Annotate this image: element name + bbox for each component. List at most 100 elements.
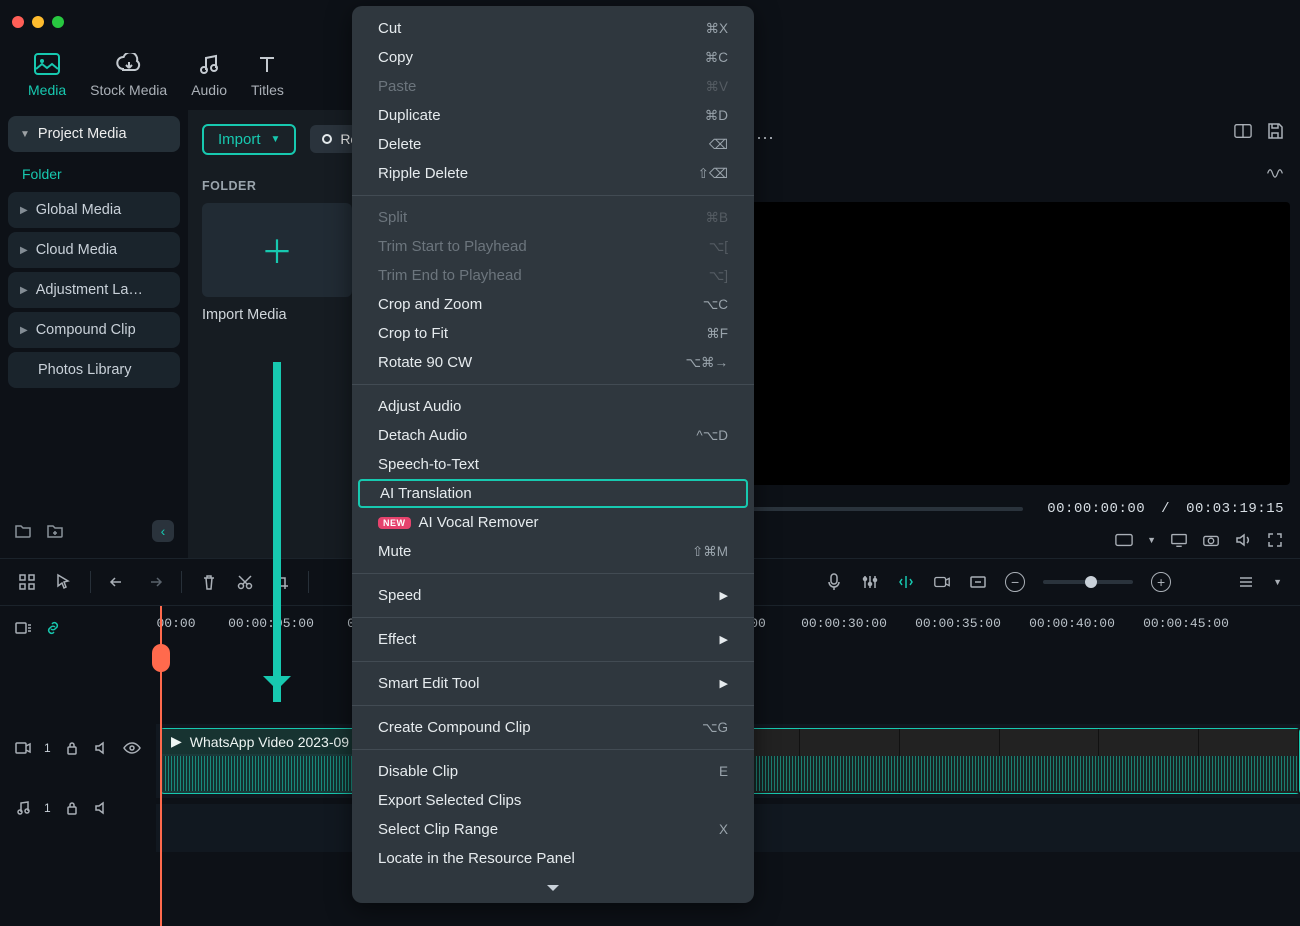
chevron-down-icon: ▼ — [1147, 535, 1156, 545]
menu-mute[interactable]: Mute⇧⌘M — [352, 537, 754, 566]
chevron-right-icon: ▶ — [20, 245, 28, 256]
mute-icon[interactable] — [93, 739, 111, 757]
snapshot-icon[interactable] — [1202, 531, 1220, 549]
sidebar-item-cloud-media[interactable]: ▶ Cloud Media — [8, 232, 180, 268]
menu-export-selected[interactable]: Export Selected Clips — [352, 786, 754, 815]
clip-name: WhatsApp Video 2023-09 — [190, 734, 349, 750]
plus-icon: ＋ — [261, 227, 293, 273]
minimize-icon[interactable] — [32, 16, 44, 28]
music-icon — [195, 52, 223, 76]
menu-create-compound[interactable]: Create Compound Clip⌥G — [352, 713, 754, 742]
chevron-right-icon: ▶ — [20, 205, 28, 216]
new-folder-icon[interactable] — [14, 522, 32, 540]
link-icon[interactable] — [44, 619, 62, 637]
add-folder-icon[interactable] — [46, 522, 64, 540]
marker-icon[interactable] — [897, 573, 915, 591]
menu-speed[interactable]: Speed▶ — [352, 581, 754, 610]
list-view-icon[interactable] — [1237, 573, 1255, 591]
menu-trim-start: Trim Start to Playhead⌥[ — [352, 232, 754, 261]
menu-crop-fit[interactable]: Crop to Fit⌘F — [352, 319, 754, 348]
dual-view-icon[interactable] — [1234, 122, 1252, 140]
timeline-playhead[interactable] — [160, 606, 162, 926]
annotation-arrow — [273, 362, 281, 702]
undo-icon[interactable] — [109, 573, 127, 591]
zoom-out-button[interactable]: − — [1005, 572, 1025, 592]
menu-adjust-audio[interactable]: Adjust Audio — [352, 392, 754, 421]
sidebar-item-folder[interactable]: Folder — [8, 156, 180, 192]
tab-audio-label: Audio — [191, 82, 227, 98]
ruler-tick: 00:00:45:00 — [1143, 616, 1229, 631]
menu-delete[interactable]: Delete⌫ — [352, 130, 754, 159]
audio-mixer-icon[interactable] — [861, 573, 879, 591]
ruler-tick: 00:00:40:00 — [1029, 616, 1115, 631]
menu-ai-vocal-remover[interactable]: NEWAI Vocal Remover — [352, 508, 754, 537]
menu-trim-end: Trim End to Playhead⌥] — [352, 261, 754, 290]
sidebar-item-project-media[interactable]: ▼ Project Media — [8, 116, 180, 152]
tab-stock-media[interactable]: Stock Media — [90, 52, 167, 98]
menu-smart-edit[interactable]: Smart Edit Tool▶ — [352, 669, 754, 698]
zoom-slider[interactable] — [1043, 580, 1133, 584]
record-icon — [322, 134, 332, 144]
video-track-controls: 1 — [0, 726, 156, 770]
sidebar-item-label: Adjustment La… — [36, 282, 143, 298]
sidebar-item-photos-library[interactable]: Photos Library — [8, 352, 180, 388]
save-icon[interactable] — [1266, 122, 1284, 140]
menu-split: Split⌘B — [352, 203, 754, 232]
close-icon[interactable] — [12, 16, 24, 28]
add-track-icon[interactable] — [14, 619, 32, 637]
import-button[interactable]: Import ▼ — [202, 124, 296, 155]
sidebar-item-label: Photos Library — [38, 362, 132, 378]
zoom-in-button[interactable]: + — [1151, 572, 1171, 592]
display-icon[interactable] — [1170, 531, 1188, 549]
sidebar-item-compound-clip[interactable]: ▶ Compound Clip — [8, 312, 180, 348]
lock-icon[interactable] — [63, 799, 81, 817]
render-icon[interactable] — [933, 573, 951, 591]
media-icon — [33, 52, 61, 76]
more-icon[interactable]: ⋯ — [756, 128, 776, 149]
menu-speech-to-text[interactable]: Speech-to-Text — [352, 450, 754, 479]
menu-ripple-delete[interactable]: Ripple Delete⇧⌫ — [352, 159, 754, 188]
menu-select-range[interactable]: Select Clip RangeX — [352, 815, 754, 844]
menu-ai-translation[interactable]: AI Translation — [358, 479, 748, 508]
fullscreen-icon[interactable] — [1266, 531, 1284, 549]
menu-disable-clip[interactable]: Disable ClipE — [352, 757, 754, 786]
tab-audio[interactable]: Audio — [191, 52, 227, 98]
collapse-sidebar-button[interactable]: ‹ — [152, 520, 174, 542]
delete-icon[interactable] — [200, 573, 218, 591]
sidebar-item-global-media[interactable]: ▶ Global Media — [8, 192, 180, 228]
menu-copy[interactable]: Copy⌘C — [352, 43, 754, 72]
lock-icon[interactable] — [63, 739, 81, 757]
fit-icon[interactable] — [969, 573, 987, 591]
menu-rotate[interactable]: Rotate 90 CW⌥⌘→ — [352, 348, 754, 377]
redo-icon[interactable] — [145, 573, 163, 591]
sidebar-item-adjustment-layer[interactable]: ▶ Adjustment La… — [8, 272, 180, 308]
cut-icon[interactable] — [236, 573, 254, 591]
grid-icon[interactable] — [18, 573, 36, 591]
window-controls[interactable] — [0, 6, 76, 38]
menu-cut[interactable]: Cut⌘X — [352, 14, 754, 43]
menu-duplicate[interactable]: Duplicate⌘D — [352, 101, 754, 130]
timecode-current: 00:00:00:00 — [1047, 501, 1145, 517]
menu-detach-audio[interactable]: Detach Audio^⌥D — [352, 421, 754, 450]
track-index: 1 — [44, 801, 51, 815]
tab-titles-label: Titles — [251, 82, 284, 98]
chevron-down-icon: ▼ — [20, 129, 30, 140]
zoom-icon[interactable] — [52, 16, 64, 28]
waveform-icon[interactable] — [1266, 162, 1284, 180]
eye-icon[interactable] — [123, 739, 141, 757]
import-media-tile[interactable]: ＋ — [202, 203, 352, 297]
audio-track-icon — [14, 799, 32, 817]
ratio-icon[interactable] — [1115, 531, 1133, 549]
menu-locate[interactable]: Locate in the Resource Panel — [352, 844, 754, 873]
chevron-right-icon: ▶ — [720, 633, 728, 646]
import-label: Import — [218, 131, 261, 148]
mic-icon[interactable] — [825, 573, 843, 591]
volume-icon[interactable] — [1234, 531, 1252, 549]
menu-crop-zoom[interactable]: Crop and Zoom⌥C — [352, 290, 754, 319]
mute-icon[interactable] — [93, 799, 111, 817]
menu-effect[interactable]: Effect▶ — [352, 625, 754, 654]
tab-titles[interactable]: Titles — [251, 52, 284, 98]
tab-media[interactable]: Media — [28, 52, 66, 98]
sidebar-item-label: Cloud Media — [36, 242, 117, 258]
cursor-icon[interactable] — [54, 573, 72, 591]
